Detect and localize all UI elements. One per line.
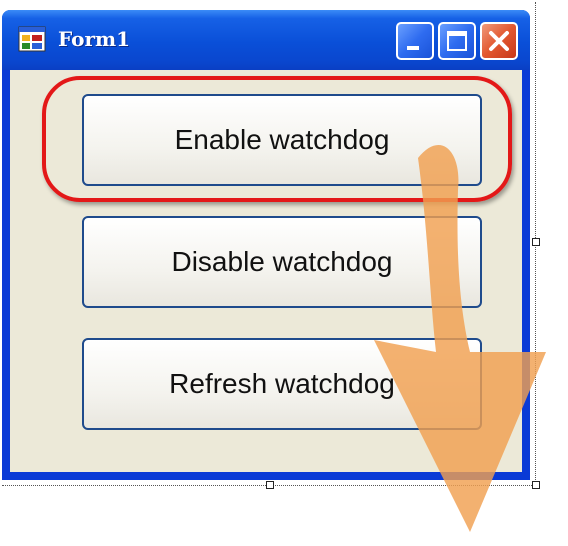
resize-handle-bottom[interactable] (266, 481, 274, 489)
minimize-button[interactable] (396, 22, 434, 60)
maximize-button[interactable] (438, 22, 476, 60)
window-title: Form1 (58, 27, 131, 51)
close-button[interactable] (480, 22, 518, 60)
close-icon (489, 31, 509, 51)
form-window: Form1 Enable watchdog Disable watchdog R… (2, 10, 530, 480)
refresh-watchdog-button[interactable]: Refresh watchdog (82, 338, 482, 430)
maximize-icon (447, 31, 467, 51)
form-window-icon[interactable] (18, 26, 46, 52)
resize-handle-bottom-right[interactable] (532, 481, 540, 489)
minimize-icon (407, 46, 419, 50)
disable-watchdog-button[interactable]: Disable watchdog (82, 216, 482, 308)
title-bar[interactable]: Form1 (2, 10, 530, 70)
form-client-area: Enable watchdog Disable watchdog Refresh… (10, 70, 522, 472)
enable-watchdog-button[interactable]: Enable watchdog (82, 94, 482, 186)
resize-handle-right[interactable] (532, 238, 540, 246)
